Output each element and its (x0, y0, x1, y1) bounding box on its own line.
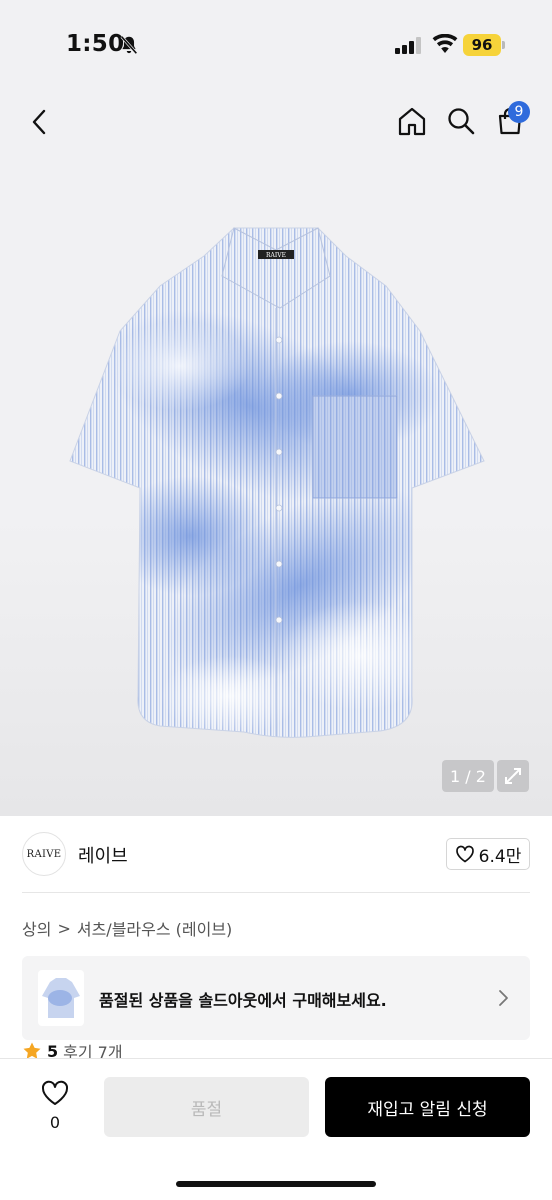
brand-row: RAIVE 레이브 6.4만 (0, 816, 552, 894)
heart-outline-icon (455, 845, 474, 863)
top-nav (0, 90, 552, 156)
cart-count-badge: 9 (508, 101, 530, 123)
wifi-icon (432, 34, 458, 53)
banner-thumbnail (38, 970, 84, 1026)
like-count: 6.4만 (478, 846, 522, 867)
bell-slash-icon (120, 35, 138, 55)
bottom-action-bar: 0 품절 재입고 알림 신청 (0, 1058, 552, 1200)
product-photo: RAIVE (69, 227, 485, 738)
cellular-signal-icon (395, 37, 421, 54)
soldout-banner-text: 품절된 상품을 솔드아웃에서 구매해보세요. (99, 991, 387, 1010)
home-icon (398, 107, 426, 136)
status-bar: 1:50 96 (0, 0, 552, 90)
home-indicator (176, 1181, 376, 1187)
soldout-button[interactable]: 품절 (104, 1077, 309, 1137)
brand-logo[interactable]: RAIVE (22, 832, 66, 876)
breadcrumb-subcategory[interactable]: 셔츠/블라우스 (레이브) (77, 916, 232, 940)
back-button[interactable] (22, 104, 58, 140)
image-pager: 1 / 2 (442, 760, 494, 792)
wishlist-button[interactable]: 0 (30, 1079, 80, 1135)
search-button[interactable] (443, 103, 479, 139)
brand-name[interactable]: 레이브 (78, 842, 128, 868)
soldout-banner[interactable]: 품절된 상품을 솔드아웃에서 구매해보세요. (22, 956, 530, 1040)
collar-label: RAIVE (266, 252, 286, 259)
expand-arrow-icon (505, 768, 521, 784)
shirt-thumbnail-image (42, 978, 80, 1018)
heart-outline-icon (41, 1080, 69, 1105)
battery-cap (502, 41, 505, 49)
search-icon (448, 108, 475, 135)
product-image-gallery[interactable]: RAIVE (0, 156, 552, 816)
status-time: 1:50 (66, 31, 125, 57)
breadcrumb-separator: > (57, 918, 71, 938)
home-button[interactable] (394, 103, 430, 139)
expand-image-button[interactable] (497, 760, 529, 792)
battery-indicator: 96 (463, 34, 501, 56)
chevron-left-icon (32, 109, 46, 135)
divider (22, 892, 530, 893)
breadcrumb: 상의 > 셔츠/블라우스 (레이브) (22, 916, 232, 940)
breadcrumb-category[interactable]: 상의 (22, 916, 51, 940)
chevron-right-icon (499, 990, 508, 1006)
brand-like-button[interactable]: 6.4만 (446, 838, 530, 870)
wishlist-count: 0 (49, 1113, 61, 1132)
restock-alert-button[interactable]: 재입고 알림 신청 (325, 1077, 530, 1137)
